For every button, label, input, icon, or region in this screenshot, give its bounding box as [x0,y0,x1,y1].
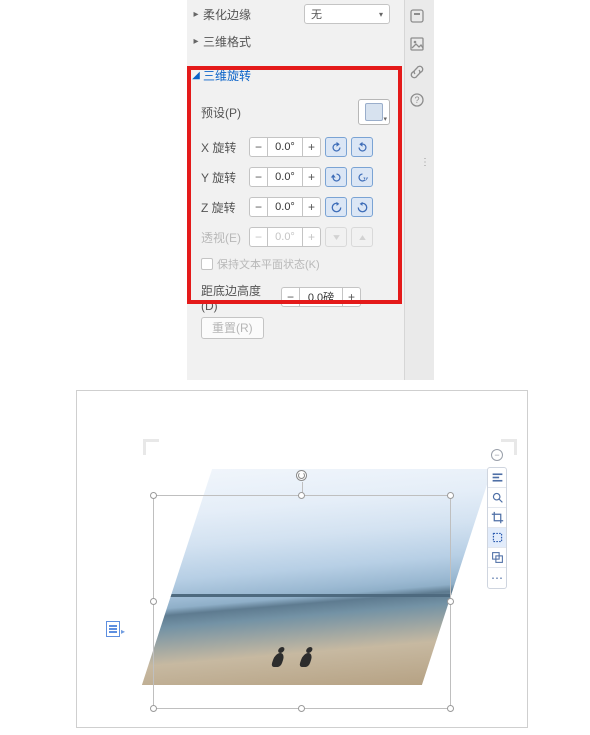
resize-handle-mr[interactable] [447,598,454,605]
distance-row: 距底边高度(D) − 0.0磅 + [187,282,404,312]
perspective-stepper: − 0.0° + [249,227,321,247]
perspective-label: 透视(E) [201,229,245,246]
tool-group-icon[interactable] [488,548,506,568]
x-rotation-row: X 旋转 − 0.0° + [201,132,390,162]
tool-more-icon[interactable]: ⋯ [488,568,506,588]
caret-down-icon: ▾ [383,115,387,123]
keep-text-flat-checkbox[interactable] [201,258,213,270]
svg-text:?: ? [414,95,419,105]
selection-box[interactable] [153,495,451,709]
rotation-3d-label: 三维旋转 [203,67,251,84]
format-3d-header[interactable]: ▸ 三维格式 [187,28,404,54]
z-rotation-input[interactable]: 0.0° [267,197,303,217]
y-rotate-down-button[interactable] [351,167,373,187]
crop-mark-tl [143,439,159,455]
soften-edges-select[interactable]: 无 ▾ [304,4,390,24]
z-rotation-label: Z 旋转 [201,199,245,216]
soften-edges-label: 柔化边缘 [203,6,263,23]
rotate-handle[interactable] [296,470,307,481]
distance-increment-button[interactable]: + [343,287,361,307]
x-rotation-label: X 旋转 [201,139,245,156]
perspective-widen-button [351,227,373,247]
z-rotation-row: Z 旋转 − 0.0° + [201,192,390,222]
x-increment-button[interactable]: + [303,137,321,157]
z-decrement-button[interactable]: − [249,197,267,217]
z-rotate-cw-button[interactable] [351,197,373,217]
right-icon-column: ? [406,6,428,110]
y-increment-button[interactable]: + [303,167,321,187]
keep-text-flat-label: 保持文本平面状态(K) [217,256,320,272]
perspective-decrement-button: − [249,227,267,247]
z-rotate-ccw-button[interactable] [325,197,347,217]
resize-handle-tm[interactable] [298,492,305,499]
z-rotation-stepper: − 0.0° + [249,197,321,217]
resize-handle-bm[interactable] [298,705,305,712]
distance-label: 距底边高度(D) [201,282,277,313]
perspective-row: 透视(E) − 0.0° + [201,222,390,252]
document-canvas: ▸ − ⋯ [76,390,528,728]
preset-dropdown[interactable]: ▾ [358,99,390,125]
format-3d-label: 三维格式 [203,33,251,50]
rotation-3d-header[interactable]: ◢ 三维旋转 [187,62,404,88]
keep-text-flat-row[interactable]: 保持文本平面状态(K) [201,252,390,276]
crop-mark-tr [501,439,517,455]
z-increment-button[interactable]: + [303,197,321,217]
preset-row: 预设(P) ▾ [201,92,390,132]
perspective-increment-button: + [303,227,321,247]
chevron-down-icon: ◢ [191,70,201,81]
tool-align-icon[interactable] [488,468,506,488]
soften-edges-value: 无 [311,6,322,22]
y-rotation-input[interactable]: 0.0° [267,167,303,187]
reset-row: 重置(R) [187,312,404,344]
y-rotation-row: Y 旋转 − 0.0° + [201,162,390,192]
help-icon[interactable]: ? [407,90,427,110]
caret-down-icon: ▾ [379,10,383,19]
chevron-right-icon: ▸ [191,36,201,47]
resize-handle-tl[interactable] [150,492,157,499]
resize-handle-bl[interactable] [150,705,157,712]
link-icon[interactable] [407,62,427,82]
collapse-button[interactable]: − [491,449,503,461]
tool-rotate-icon[interactable] [488,528,506,548]
perspective-narrow-button [325,227,347,247]
y-rotate-up-button[interactable] [325,167,347,187]
layout-options-icon[interactable] [106,621,120,637]
chevron-right-icon: ▸ [191,9,201,20]
preset-swatch-icon [365,103,383,121]
distance-input[interactable]: 0.0磅 [299,287,343,307]
format-shape-inner: ▸ 柔化边缘 无 ▾ ▸ 三维格式 ◢ 三维旋转 预设(P) ▾ [187,0,405,380]
caret-down-icon: ▸ [121,627,125,636]
distance-decrement-button[interactable]: − [281,287,299,307]
tool-zoom-icon[interactable] [488,488,506,508]
overflow-icon[interactable]: ⋮ [420,157,431,168]
y-decrement-button[interactable]: − [249,167,267,187]
format-shape-pane: ▸ 柔化边缘 无 ▾ ▸ 三维格式 ◢ 三维旋转 预设(P) ▾ [187,0,434,380]
y-rotation-stepper: − 0.0° + [249,167,321,187]
distance-stepper: − 0.0磅 + [281,287,361,307]
rotation-3d-body: 预设(P) ▾ X 旋转 − 0.0° + [187,88,404,282]
picture-icon[interactable] [407,34,427,54]
x-rotation-input[interactable]: 0.0° [267,137,303,157]
soften-edges-section[interactable]: ▸ 柔化边缘 无 ▾ [187,0,404,28]
reset-button[interactable]: 重置(R) [201,317,264,339]
x-rotation-stepper: − 0.0° + [249,137,321,157]
resize-handle-ml[interactable] [150,598,157,605]
tool-crop-icon[interactable] [488,508,506,528]
y-rotation-label: Y 旋转 [201,169,245,186]
resize-handle-tr[interactable] [447,492,454,499]
x-rotate-right-button[interactable] [351,137,373,157]
floating-toolbar: ⋯ [487,467,507,589]
perspective-input: 0.0° [267,227,303,247]
properties-icon[interactable] [407,6,427,26]
x-rotate-left-button[interactable] [325,137,347,157]
resize-handle-br[interactable] [447,705,454,712]
x-decrement-button[interactable]: − [249,137,267,157]
preset-label: 预设(P) [201,104,358,121]
